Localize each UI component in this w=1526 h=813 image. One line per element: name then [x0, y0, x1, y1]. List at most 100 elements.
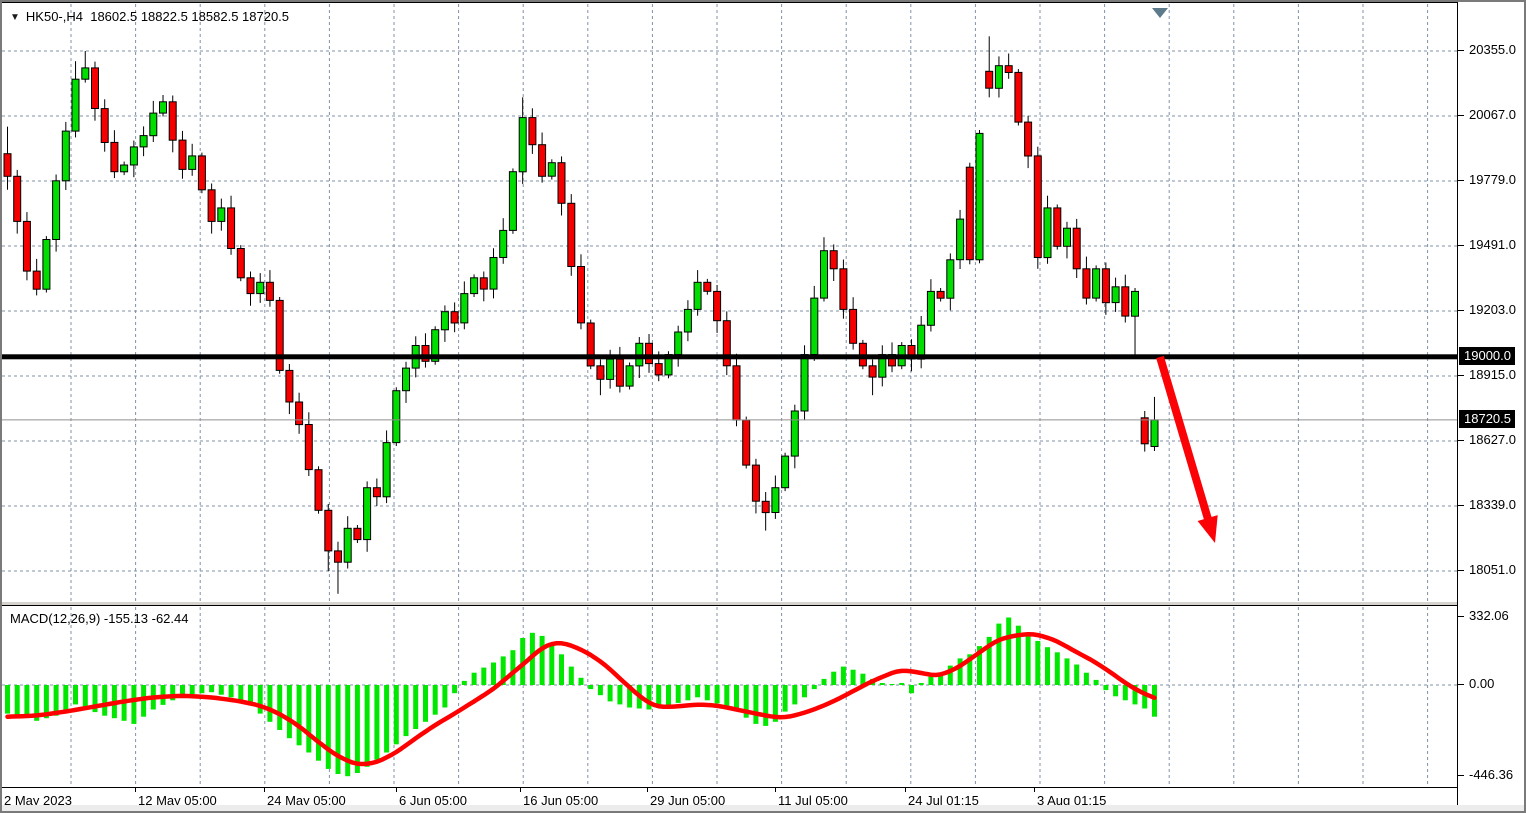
- candle-body[interactable]: [927, 291, 934, 325]
- main-chart-panel[interactable]: ▼HK50-,H4 18602.5 18822.5 18582.5 18720.…: [2, 2, 1457, 603]
- candle-body[interactable]: [1083, 269, 1090, 298]
- candle-body[interactable]: [441, 312, 448, 330]
- candle-body[interactable]: [198, 156, 205, 190]
- candle-body[interactable]: [704, 282, 711, 291]
- candle-body[interactable]: [92, 68, 99, 109]
- candle-body[interactable]: [966, 167, 973, 260]
- candle-body[interactable]: [1151, 420, 1158, 447]
- candle-body[interactable]: [480, 278, 487, 289]
- candle-body[interactable]: [869, 366, 876, 377]
- horizontal-level-line[interactable]: [2, 354, 1457, 359]
- candle-body[interactable]: [169, 102, 176, 140]
- candle-body[interactable]: [121, 165, 128, 172]
- candle-body[interactable]: [675, 332, 682, 355]
- candle-body[interactable]: [1034, 156, 1041, 258]
- candle-body[interactable]: [918, 325, 925, 359]
- candle-body[interactable]: [140, 136, 147, 147]
- candle-body[interactable]: [1073, 228, 1080, 269]
- candle-body[interactable]: [548, 163, 555, 177]
- candle-body[interactable]: [626, 366, 633, 386]
- candle-body[interactable]: [578, 267, 585, 323]
- candle-body[interactable]: [714, 291, 721, 320]
- candle-body[interactable]: [150, 113, 157, 136]
- candle-body[interactable]: [850, 309, 857, 343]
- candle-body[interactable]: [247, 278, 254, 294]
- candle-body[interactable]: [1064, 228, 1071, 246]
- candle-body[interactable]: [218, 208, 225, 222]
- candle-body[interactable]: [558, 163, 565, 204]
- candle-body[interactable]: [305, 425, 312, 470]
- candle-body[interactable]: [646, 343, 653, 363]
- candle-body[interactable]: [1005, 66, 1012, 73]
- candle-body[interactable]: [228, 208, 235, 249]
- candle-body[interactable]: [1025, 122, 1032, 156]
- candle-body[interactable]: [1054, 208, 1061, 246]
- candle-body[interactable]: [403, 368, 410, 391]
- candle-body[interactable]: [179, 140, 186, 169]
- candle-body[interactable]: [539, 145, 546, 177]
- macd-indicator-panel[interactable]: MACD(12,26,9) -155.13 -62.44: [2, 605, 1457, 788]
- down-arrow-shaft[interactable]: [1160, 357, 1209, 521]
- candle-body[interactable]: [782, 456, 789, 488]
- candle-body[interactable]: [14, 176, 21, 221]
- candle-body[interactable]: [72, 79, 79, 131]
- candle-body[interactable]: [1112, 287, 1119, 303]
- candle-body[interactable]: [519, 118, 526, 172]
- candle-body[interactable]: [840, 269, 847, 310]
- candle-body[interactable]: [383, 443, 390, 497]
- candle-body[interactable]: [237, 249, 244, 278]
- candle-body[interactable]: [616, 359, 623, 386]
- candle-body[interactable]: [694, 282, 701, 309]
- candle-body[interactable]: [461, 294, 468, 323]
- candle-body[interactable]: [257, 282, 264, 293]
- candle-body[interactable]: [101, 109, 108, 143]
- candle-body[interactable]: [335, 551, 342, 562]
- candle-body[interactable]: [393, 391, 400, 443]
- candle-body[interactable]: [1044, 208, 1051, 258]
- collapse-triangle-icon[interactable]: ▼: [10, 12, 20, 23]
- candle-body[interactable]: [937, 291, 944, 298]
- candle-body[interactable]: [500, 230, 507, 257]
- candle-body[interactable]: [568, 203, 575, 266]
- candle-body[interactable]: [62, 131, 69, 181]
- down-arrow-head-icon[interactable]: [1198, 515, 1218, 543]
- candle-body[interactable]: [1132, 291, 1139, 316]
- candle-body[interactable]: [597, 366, 604, 380]
- candle-body[interactable]: [529, 118, 536, 145]
- price-axis[interactable]: 20355.020067.019779.019491.019203.018915…: [1457, 2, 1525, 811]
- candle-body[interactable]: [286, 370, 293, 402]
- candle-body[interactable]: [1141, 418, 1148, 444]
- candle-body[interactable]: [471, 278, 478, 294]
- candle-body[interactable]: [655, 364, 662, 375]
- candle-body[interactable]: [811, 298, 818, 354]
- candle-body[interactable]: [344, 528, 351, 562]
- candle-body[interactable]: [4, 154, 11, 177]
- candle-body[interactable]: [821, 251, 828, 298]
- candle-body[interactable]: [130, 147, 137, 165]
- candle-body[interactable]: [111, 142, 118, 171]
- candle-body[interactable]: [1122, 287, 1129, 316]
- candle-body[interactable]: [33, 271, 40, 289]
- candle-body[interactable]: [373, 488, 380, 497]
- candle-body[interactable]: [762, 501, 769, 512]
- candle-body[interactable]: [772, 488, 779, 513]
- candle-body[interactable]: [490, 258, 497, 290]
- candle-body[interactable]: [364, 488, 371, 540]
- candle-body[interactable]: [325, 510, 332, 551]
- candle-body[interactable]: [43, 240, 50, 290]
- candle-body[interactable]: [587, 323, 594, 366]
- candle-body[interactable]: [995, 66, 1002, 89]
- candle-body[interactable]: [947, 260, 954, 298]
- candle-body[interactable]: [1093, 269, 1100, 298]
- candle-body[interactable]: [354, 528, 361, 539]
- candle-body[interactable]: [986, 71, 993, 88]
- candle-body[interactable]: [607, 359, 614, 379]
- candle-body[interactable]: [684, 309, 691, 332]
- candle-body[interactable]: [1102, 269, 1109, 303]
- candle-body[interactable]: [208, 190, 215, 222]
- candle-body[interactable]: [315, 470, 322, 511]
- candle-body[interactable]: [296, 402, 303, 425]
- candle-body[interactable]: [1015, 72, 1022, 122]
- candle-body[interactable]: [830, 251, 837, 269]
- candle-body[interactable]: [957, 219, 964, 260]
